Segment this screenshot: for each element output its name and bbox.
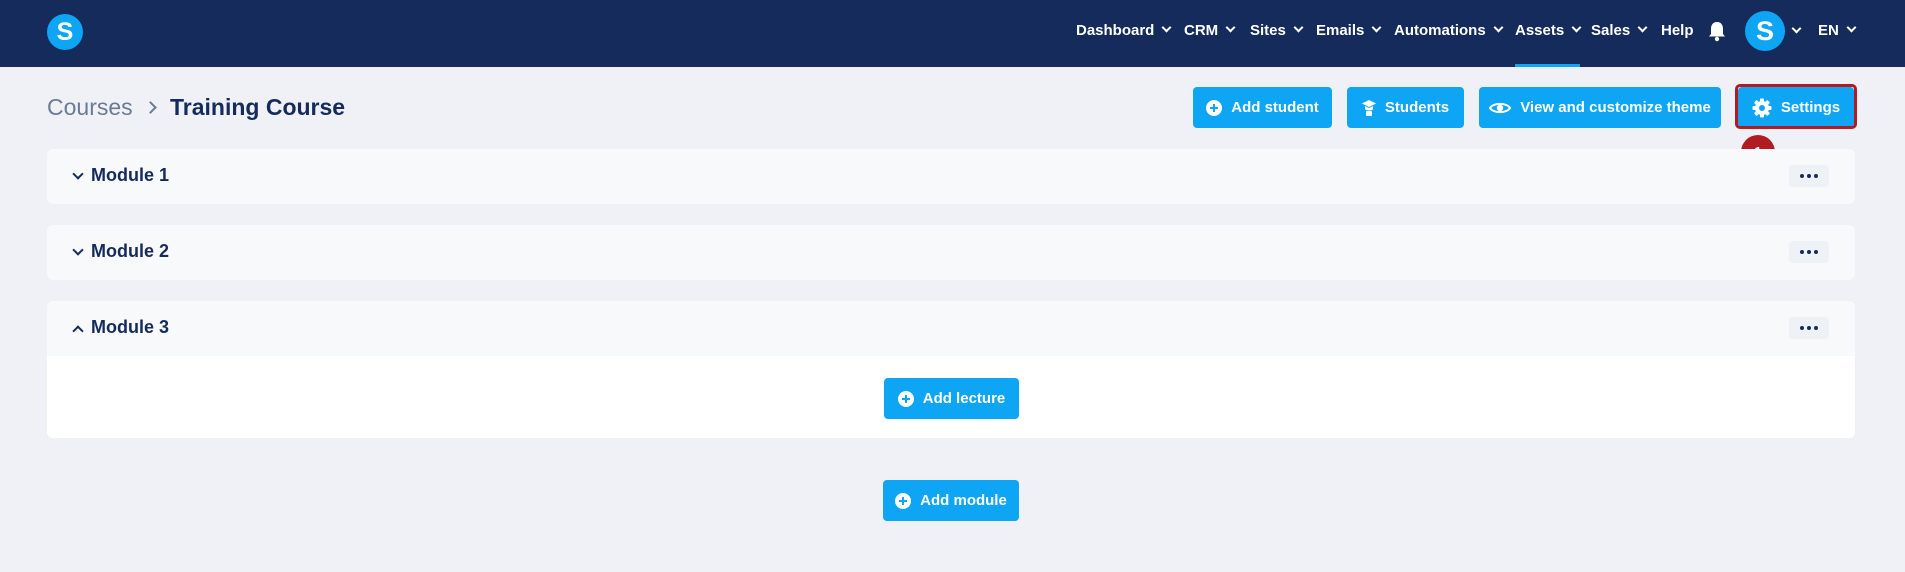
nav-emails[interactable]: Emails bbox=[1316, 0, 1382, 67]
page-title: Training Course bbox=[170, 94, 346, 120]
module-card: Module 1 bbox=[47, 149, 1855, 204]
chevron-down-icon[interactable] bbox=[1791, 23, 1802, 34]
module-title: Module 3 bbox=[91, 317, 170, 337]
language-label: EN bbox=[1818, 22, 1839, 39]
module-header[interactable]: Module 2 bbox=[47, 225, 1855, 280]
language-selector[interactable]: EN bbox=[1818, 0, 1857, 67]
user-avatar[interactable]: S bbox=[1745, 11, 1785, 51]
settings-highlight-outline bbox=[1735, 84, 1857, 129]
button-label: Add student bbox=[1231, 99, 1319, 116]
chevron-down-icon bbox=[1637, 22, 1648, 33]
nav-label: Assets bbox=[1515, 22, 1565, 39]
chevron-down-icon[interactable] bbox=[72, 244, 84, 256]
students-button[interactable]: Students bbox=[1347, 87, 1464, 128]
more-options-button[interactable] bbox=[1789, 317, 1829, 339]
button-label: Add lecture bbox=[922, 390, 1006, 407]
logo[interactable]: S bbox=[47, 14, 83, 50]
nav-label: Sales bbox=[1591, 22, 1631, 39]
chevron-down-icon bbox=[1371, 22, 1382, 33]
nav-label: Dashboard bbox=[1076, 22, 1155, 39]
button-label: Students bbox=[1384, 99, 1450, 116]
chevron-down-icon bbox=[1293, 22, 1304, 33]
graduation-cap-icon bbox=[1361, 99, 1376, 116]
chevron-down-icon bbox=[1571, 22, 1582, 33]
bell-icon[interactable] bbox=[1707, 20, 1727, 42]
view-customize-theme-button[interactable]: View and customize theme bbox=[1479, 87, 1721, 128]
chevron-down-icon bbox=[1846, 22, 1857, 33]
nav-automations[interactable]: Automations bbox=[1394, 0, 1504, 67]
module-body: Add lecture bbox=[47, 356, 1855, 438]
plus-circle-icon bbox=[897, 390, 914, 407]
add-module-button[interactable]: Add module bbox=[883, 480, 1019, 521]
module-title: Module 1 bbox=[91, 165, 170, 185]
chevron-down-icon bbox=[1225, 22, 1236, 33]
nav-crm[interactable]: CRM bbox=[1184, 0, 1236, 67]
breadcrumb-courses[interactable]: Courses bbox=[47, 94, 133, 121]
nav-sites[interactable]: Sites bbox=[1250, 0, 1304, 67]
nav-help[interactable]: Help bbox=[1661, 0, 1694, 67]
eye-icon bbox=[1489, 102, 1512, 113]
plus-circle-icon bbox=[1206, 99, 1223, 116]
module-card: Module 3 Add lecture bbox=[47, 301, 1855, 438]
ellipsis-icon bbox=[1800, 326, 1804, 330]
nav-assets[interactable]: Assets bbox=[1515, 0, 1582, 67]
nav-label: Emails bbox=[1316, 22, 1365, 39]
chevron-down-icon bbox=[1493, 22, 1504, 33]
module-title: Module 2 bbox=[91, 241, 170, 261]
nav-sales[interactable]: Sales bbox=[1591, 0, 1648, 67]
chevron-up-icon[interactable] bbox=[72, 325, 84, 337]
module-card: Module 2 bbox=[47, 225, 1855, 280]
plus-circle-icon bbox=[895, 492, 912, 509]
more-options-button[interactable] bbox=[1789, 165, 1829, 187]
chevron-right-icon bbox=[144, 101, 157, 114]
ellipsis-icon bbox=[1800, 174, 1804, 178]
chevron-down-icon[interactable] bbox=[72, 168, 84, 180]
nav-label: Sites bbox=[1250, 22, 1286, 39]
module-header[interactable]: Module 1 bbox=[47, 149, 1855, 204]
nav-label: Automations bbox=[1394, 22, 1486, 39]
add-student-button[interactable]: Add student bbox=[1193, 87, 1332, 128]
nav-label: Help bbox=[1661, 22, 1694, 39]
button-label: Add module bbox=[920, 492, 1007, 509]
nav-dashboard[interactable]: Dashboard bbox=[1076, 0, 1172, 67]
add-lecture-button[interactable]: Add lecture bbox=[884, 378, 1019, 419]
top-navbar: S Dashboard CRM Sites Emails Automations… bbox=[0, 0, 1905, 67]
button-label: View and customize theme bbox=[1520, 99, 1711, 116]
module-header[interactable]: Module 3 bbox=[47, 301, 1855, 356]
chevron-down-icon bbox=[1161, 22, 1172, 33]
more-options-button[interactable] bbox=[1789, 241, 1829, 263]
ellipsis-icon bbox=[1800, 250, 1804, 254]
nav-label: CRM bbox=[1184, 22, 1219, 39]
